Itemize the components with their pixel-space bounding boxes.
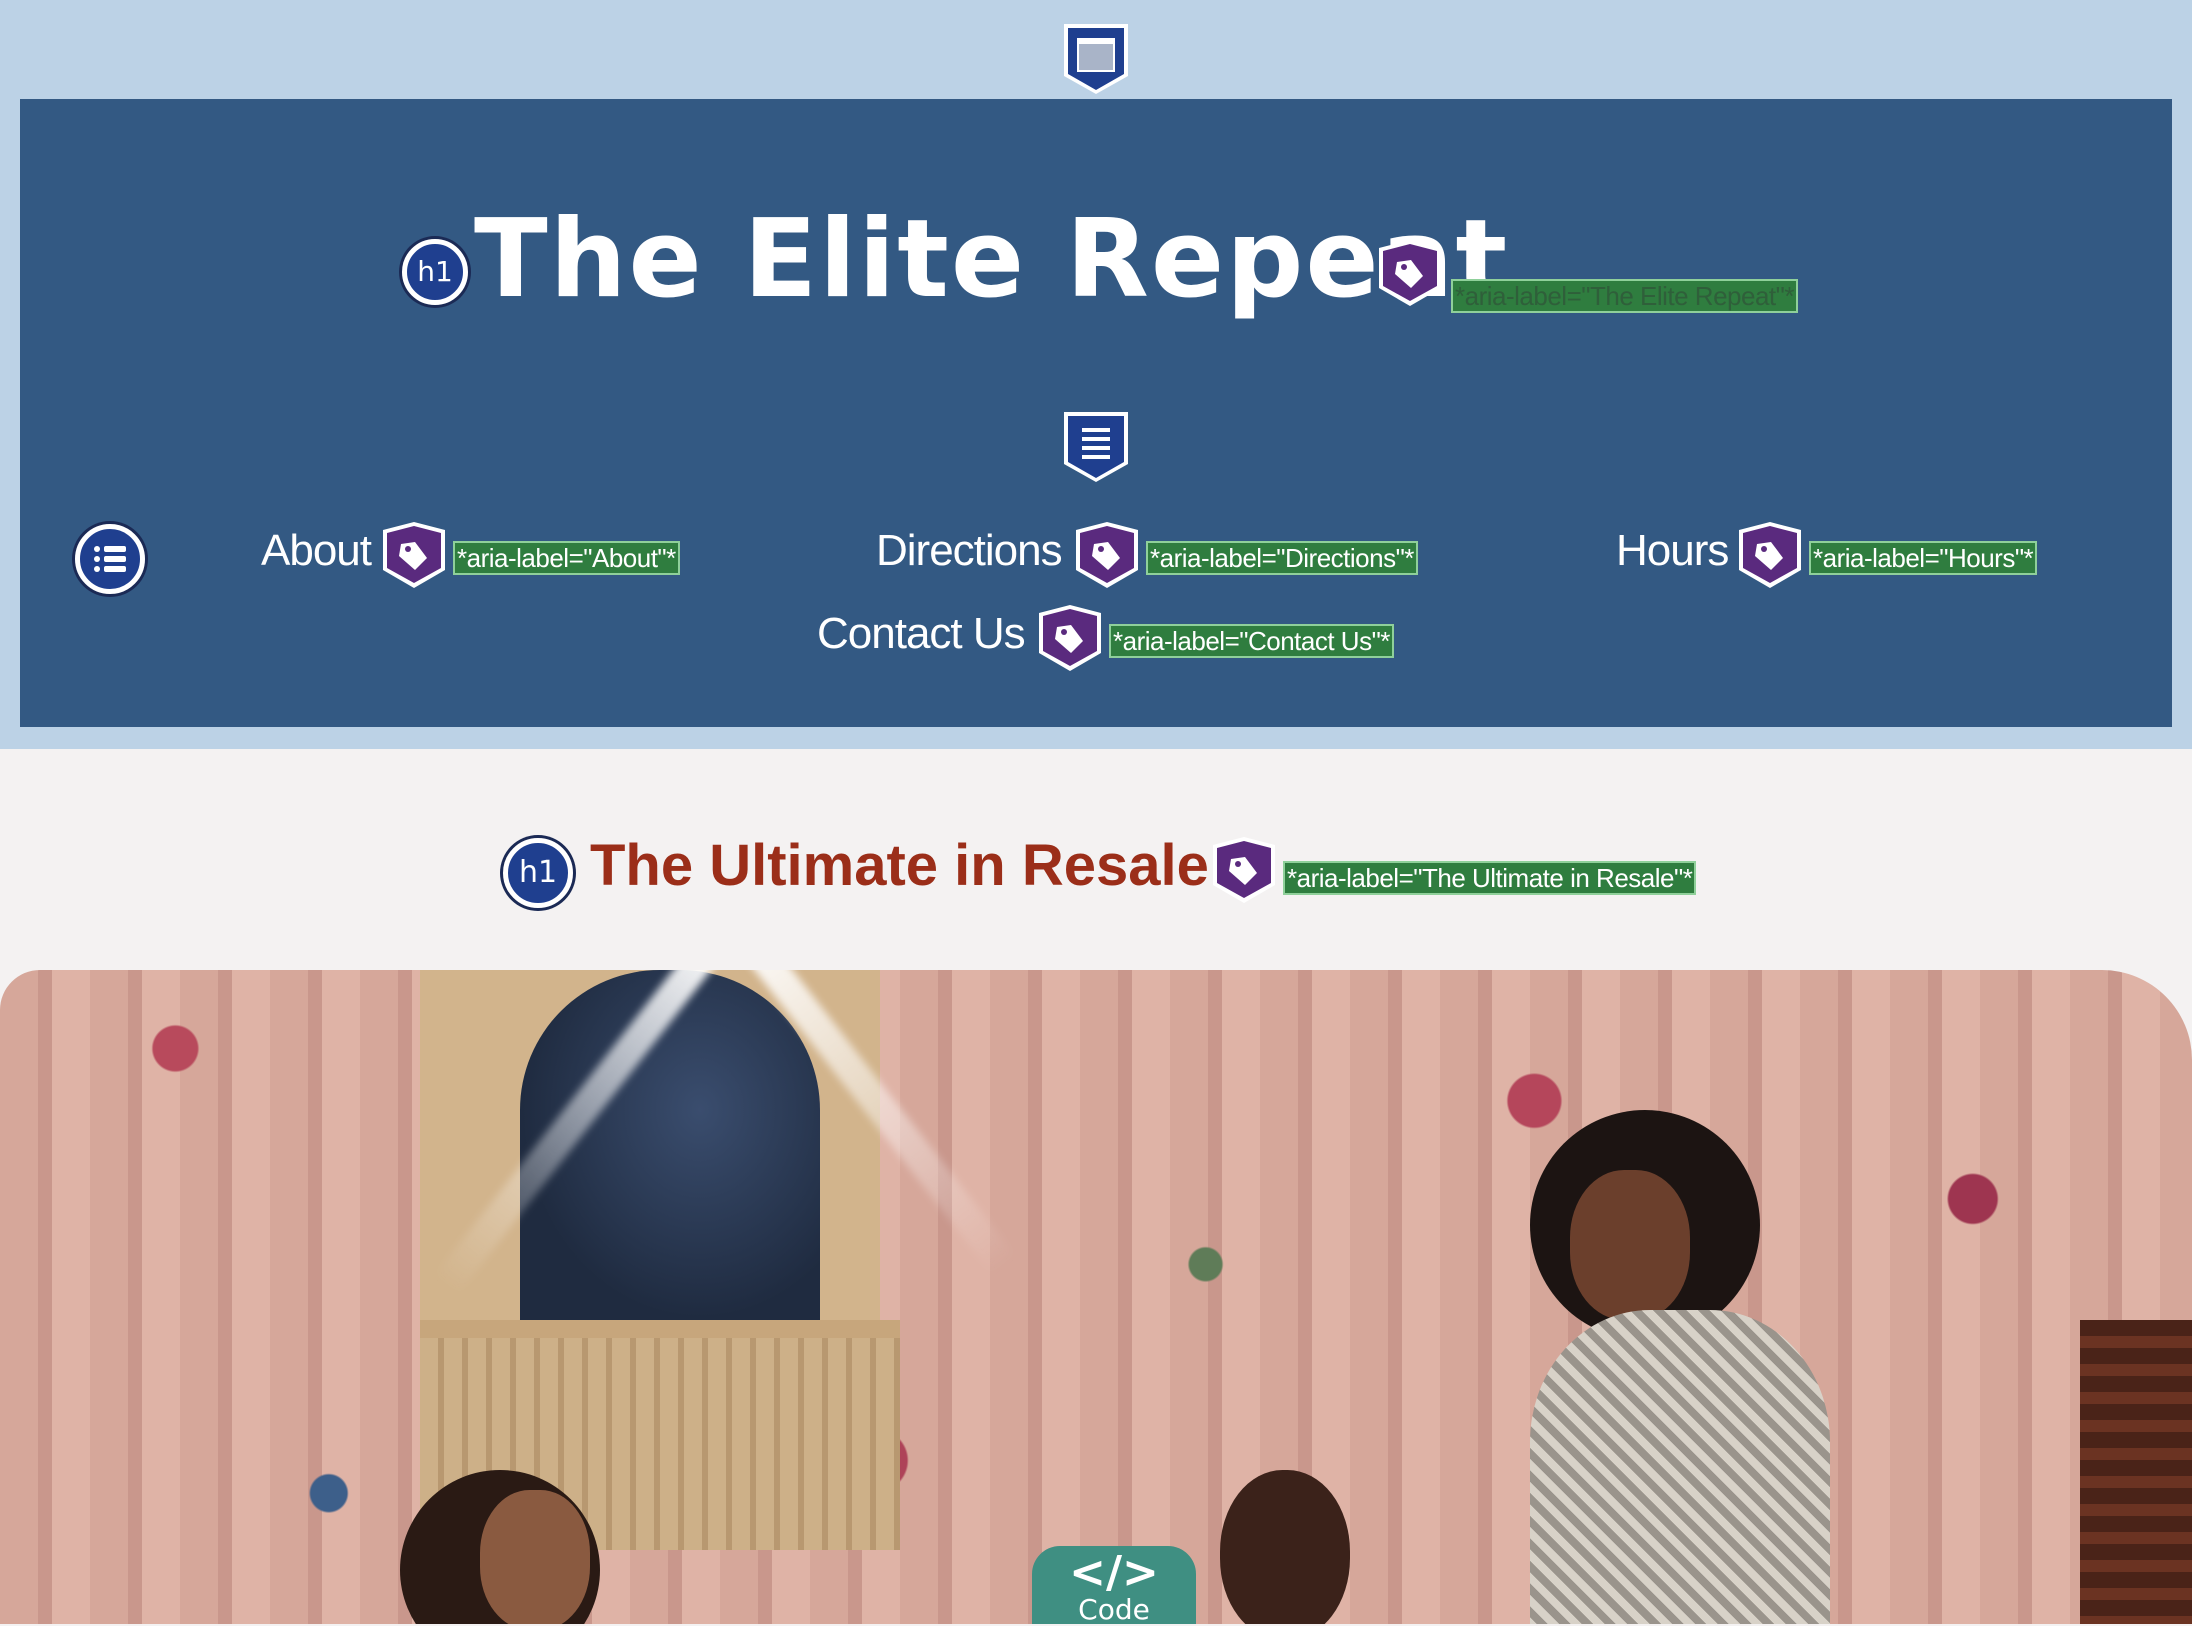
nav-contact-aria-label: *aria-label="Contact Us"* bbox=[1109, 624, 1394, 658]
hero-furniture bbox=[2080, 1320, 2192, 1624]
nav-link-hours[interactable]: Hours bbox=[1616, 525, 1729, 577]
hero-person-right-face bbox=[1570, 1170, 1690, 1320]
site-title: The Elite Repeat bbox=[474, 197, 1510, 322]
tag-icon bbox=[383, 522, 445, 588]
tag-icon bbox=[1379, 240, 1441, 306]
list-icon bbox=[75, 524, 145, 594]
hero-person-left-face bbox=[480, 1490, 590, 1624]
tag-icon bbox=[1039, 605, 1101, 671]
h1-badge-icon: h1 bbox=[503, 838, 573, 908]
tag-icon bbox=[1213, 837, 1275, 903]
nav-link-about[interactable]: About bbox=[261, 525, 372, 577]
hero-person-middle bbox=[1220, 1470, 1350, 1624]
nav-link-contact-us[interactable]: Contact Us bbox=[817, 608, 1026, 660]
code-icon: </> bbox=[1069, 1547, 1159, 1598]
nav-directions-aria-label: *aria-label="Directions"* bbox=[1146, 541, 1418, 575]
site-title-aria-label: *aria-label="The Elite Repeat"* bbox=[1451, 279, 1798, 313]
hero-person-right-dress bbox=[1530, 1310, 1830, 1624]
code-toggle-label: Code bbox=[1078, 1593, 1150, 1626]
navigation-landmark-icon bbox=[1064, 412, 1128, 482]
main-heading-aria-label: *aria-label="The Ultimate in Resale"* bbox=[1283, 861, 1697, 895]
code-toggle-button[interactable]: </> Code bbox=[1032, 1546, 1196, 1624]
hero-image bbox=[0, 970, 2192, 1624]
main-heading: The Ultimate in Resale bbox=[590, 833, 1209, 898]
tag-icon bbox=[1739, 522, 1801, 588]
banner-landmark-icon bbox=[1064, 24, 1128, 94]
nav-hours-aria-label: *aria-label="Hours"* bbox=[1809, 541, 2038, 575]
nav-link-directions[interactable]: Directions bbox=[876, 525, 1063, 577]
tag-icon bbox=[1076, 522, 1138, 588]
h1-badge-icon: h1 bbox=[402, 239, 468, 305]
nav-about-aria-label: *aria-label="About"* bbox=[453, 541, 680, 575]
